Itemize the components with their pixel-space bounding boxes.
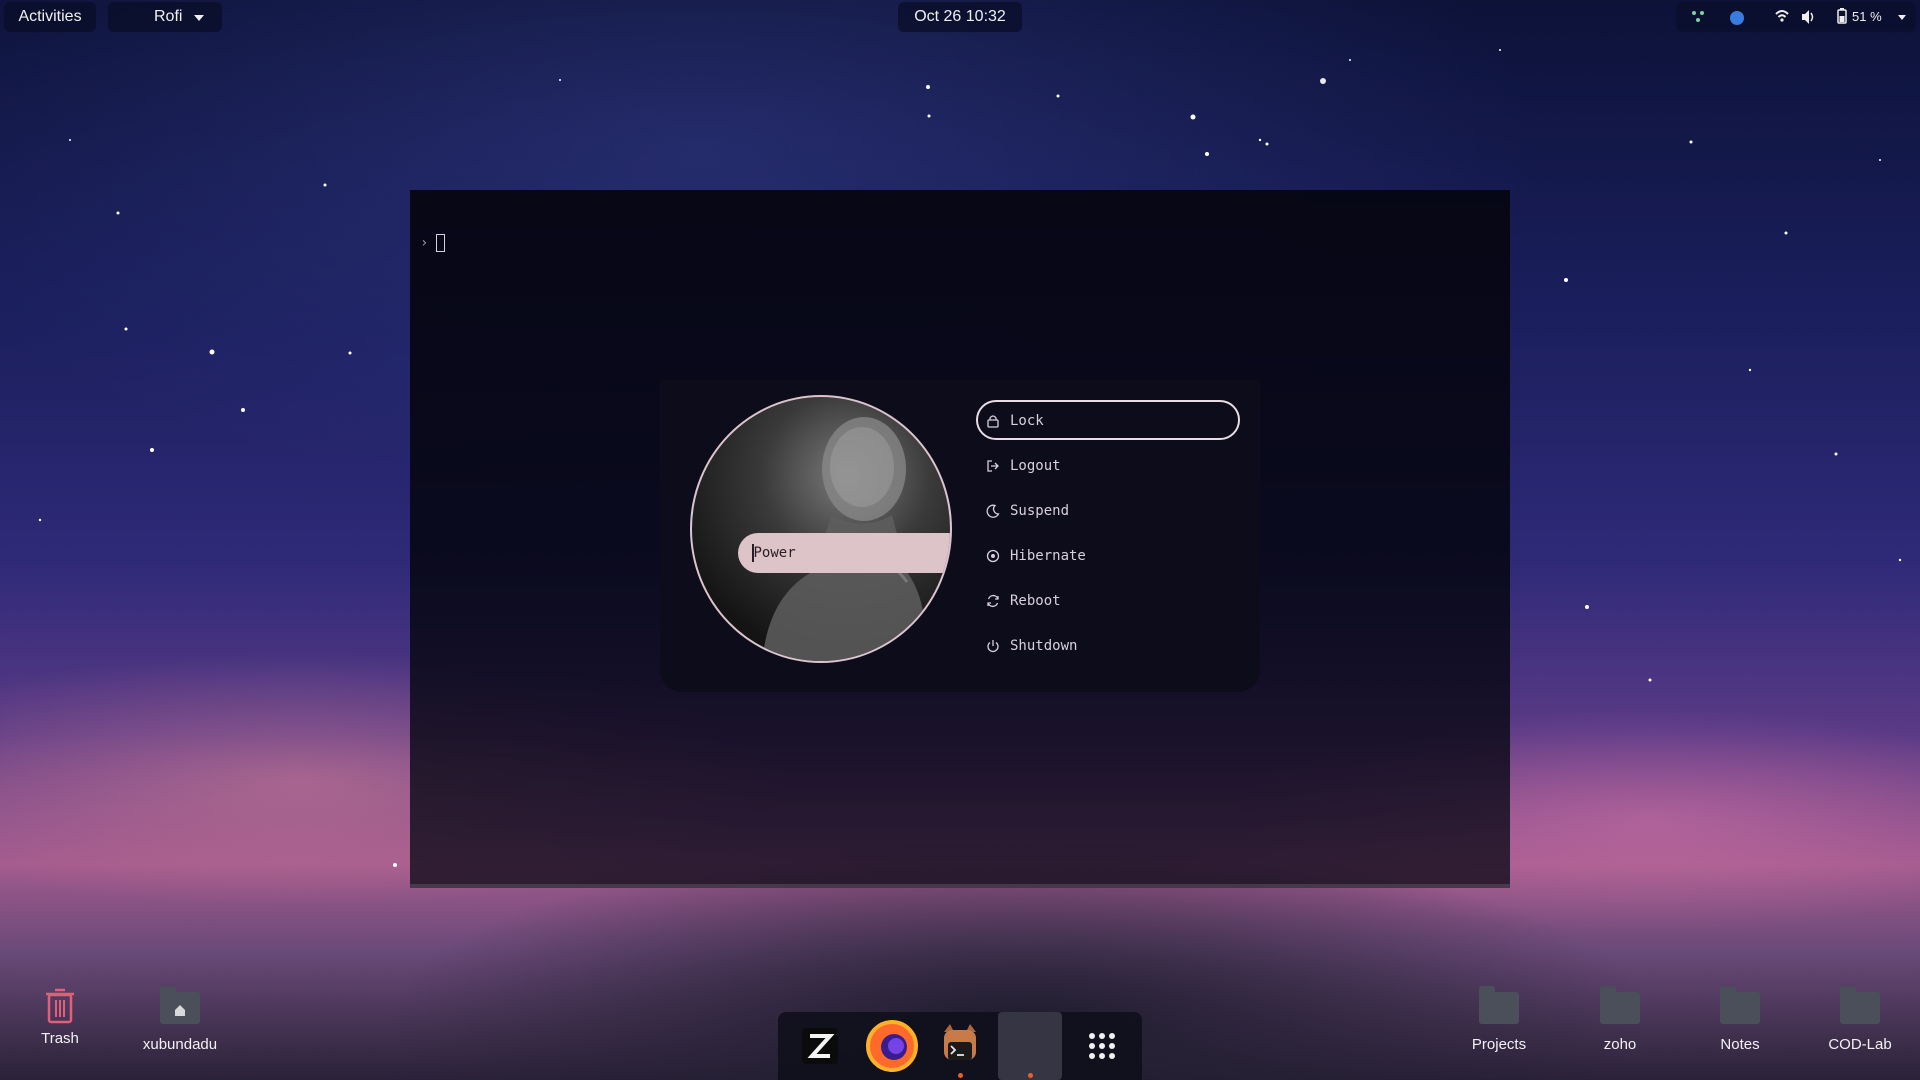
desktop-icon-label: zoho bbox=[1603, 1036, 1637, 1053]
lock-option[interactable]: Lock bbox=[976, 400, 1240, 440]
hibernate-option[interactable]: Hibernate bbox=[976, 535, 1240, 575]
suspend-option[interactable]: Suspend bbox=[976, 490, 1240, 530]
volume-icon[interactable] bbox=[1800, 2, 1816, 42]
logout-option[interactable]: Logout bbox=[976, 445, 1240, 485]
running-indicator bbox=[1028, 1073, 1033, 1078]
show-apps-icon[interactable] bbox=[1070, 1012, 1134, 1080]
folder-icon bbox=[1840, 986, 1880, 1030]
statue-image bbox=[762, 417, 925, 661]
app-menu-label: Rofi bbox=[154, 8, 183, 25]
desktop-icon-label: xubundadu bbox=[142, 1036, 218, 1053]
option-label: Suspend bbox=[1010, 503, 1070, 519]
moon-icon bbox=[986, 492, 1002, 530]
folder-icon bbox=[1720, 986, 1760, 1030]
shutdown-option[interactable]: Shutdown bbox=[976, 625, 1240, 665]
reboot-icon bbox=[986, 582, 1002, 620]
option-label: Lock bbox=[1010, 413, 1044, 429]
hibernate-icon bbox=[986, 537, 1002, 575]
desktop-icon-zoho[interactable]: zoho bbox=[1565, 986, 1675, 1053]
battery-icon[interactable] bbox=[1836, 2, 1848, 42]
battery-percent: 51 % bbox=[1852, 9, 1882, 24]
rofi-prompt[interactable]: › bbox=[420, 234, 446, 252]
system-tray[interactable]: 51 % bbox=[1676, 2, 1916, 32]
chevron-down-icon bbox=[1898, 15, 1906, 20]
active-window-icon[interactable] bbox=[998, 1012, 1062, 1080]
desktop-icon-notes[interactable]: Notes bbox=[1685, 986, 1795, 1053]
top-bar: Activities Rofi Oct 26 10:32 51 % bbox=[0, 0, 1920, 34]
option-label: Shutdown bbox=[1010, 638, 1078, 654]
desktop-icon-projects[interactable]: Projects bbox=[1444, 986, 1554, 1053]
text-cursor bbox=[436, 234, 446, 252]
folder-icon bbox=[1600, 986, 1640, 1030]
power-search-input[interactable]: Power bbox=[738, 533, 950, 573]
dock bbox=[778, 1012, 1142, 1080]
home-folder-icon bbox=[160, 986, 200, 1030]
app-menu-button[interactable]: Rofi bbox=[108, 2, 222, 32]
desktop-icon-label: Projects bbox=[1471, 1036, 1527, 1053]
chevron-down-icon bbox=[194, 15, 204, 21]
avatar: Power bbox=[690, 395, 952, 663]
bluetooth-icon[interactable] bbox=[1730, 11, 1744, 25]
option-label: Logout bbox=[1010, 458, 1061, 474]
trash-icon bbox=[40, 986, 80, 1024]
activities-button[interactable]: Activities bbox=[4, 2, 96, 32]
power-menu: Power Lock Logout Suspend Hibernate Rebo… bbox=[660, 380, 1260, 692]
rofi-window[interactable]: › Power Lock Logout Suspend Hibernate Re… bbox=[410, 190, 1510, 888]
option-label: Reboot bbox=[1010, 593, 1061, 609]
wifi-icon[interactable] bbox=[1774, 2, 1790, 42]
desktop-icon-label: COD-Lab bbox=[1828, 1036, 1892, 1053]
lock-icon bbox=[986, 402, 1002, 440]
power-icon bbox=[986, 627, 1002, 665]
prompt-chevron-icon: › bbox=[420, 235, 429, 251]
logout-icon bbox=[986, 447, 1002, 485]
desktop-icon-label: Notes bbox=[1720, 1036, 1760, 1053]
power-input-value: Power bbox=[753, 545, 796, 561]
desktop-icon-xubundadu[interactable]: xubundadu bbox=[125, 986, 235, 1053]
running-indicator bbox=[958, 1073, 963, 1078]
zed-editor-icon[interactable] bbox=[788, 1012, 852, 1080]
terminal-icon[interactable] bbox=[928, 1012, 992, 1080]
option-label: Hibernate bbox=[1010, 548, 1086, 564]
desktop-icon-cod-lab[interactable]: COD-Lab bbox=[1805, 986, 1915, 1053]
reboot-option[interactable]: Reboot bbox=[976, 580, 1240, 620]
desktop-icon-label: Trash bbox=[41, 1030, 79, 1047]
power-options-list: Lock Logout Suspend Hibernate Reboot Shu… bbox=[976, 400, 1240, 670]
clock[interactable]: Oct 26 10:32 bbox=[898, 2, 1022, 32]
network-share-icon[interactable] bbox=[1690, 2, 1706, 42]
desktop-icon-trash[interactable]: Trash bbox=[5, 986, 115, 1047]
folder-icon bbox=[1479, 986, 1519, 1030]
firefox-icon[interactable] bbox=[860, 1012, 924, 1080]
